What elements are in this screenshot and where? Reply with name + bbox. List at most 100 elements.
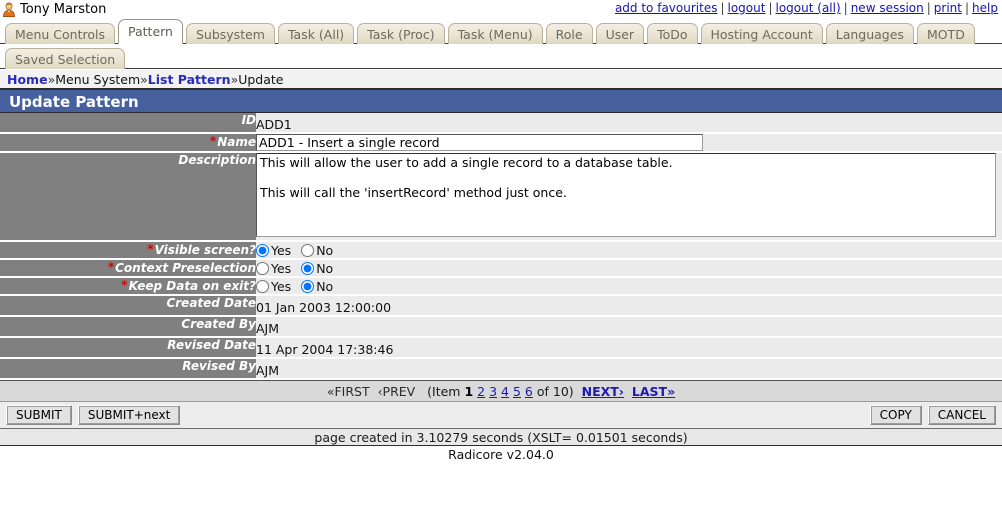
tab-task-all[interactable]: Task (All) <box>277 23 355 44</box>
required-asterisk: * <box>209 134 217 148</box>
link-separator: | <box>926 1 931 15</box>
pagination-item-prefix: (Item <box>427 384 461 399</box>
breadcrumb-menu-system: Menu System <box>55 72 141 87</box>
tab-pattern[interactable]: Pattern <box>118 19 183 44</box>
link-separator: | <box>768 1 773 15</box>
current-user: Tony Marston <box>2 0 106 18</box>
visible-screen-radio-group: Yes No <box>256 242 1002 258</box>
tab-role[interactable]: Role <box>545 23 593 44</box>
form-row-keep-data-on-exit: *Keep Data on exit? Yes No <box>0 277 1002 296</box>
value-context-preselection: Yes No <box>256 259 1002 278</box>
pagination-page-6[interactable]: 6 <box>525 384 533 399</box>
update-pattern-form: ID ADD1 *Name Description This will allo… <box>0 113 1002 380</box>
help-link[interactable]: help <box>972 1 998 15</box>
version-footer: Radicore v2.04.0 <box>0 446 1002 463</box>
visible-screen-yes-radio[interactable] <box>256 244 269 257</box>
tab-task-proc[interactable]: Task (Proc) <box>357 23 445 44</box>
print-link[interactable]: print <box>934 1 962 15</box>
keep-data-radio-group: Yes No <box>256 278 1002 294</box>
context-preselection-radio-group: Yes No <box>256 260 1002 276</box>
submit-button[interactable]: SUBMIT <box>6 405 72 425</box>
visible-screen-no-radio[interactable] <box>301 244 315 257</box>
tab-motd[interactable]: MOTD <box>916 23 975 44</box>
pagination-page-5[interactable]: 5 <box>513 384 521 399</box>
label-visible-screen: *Visible screen? <box>0 241 256 260</box>
copy-button[interactable]: COPY <box>869 405 922 425</box>
context-preselection-no-label: No <box>316 261 334 276</box>
name-input[interactable] <box>256 134 703 151</box>
keep-data-yes[interactable]: Yes <box>256 279 291 294</box>
secondary-tab-strip: Saved Selection <box>0 44 1002 69</box>
page-title: Update Pattern <box>0 88 1002 113</box>
breadcrumb-home[interactable]: Home <box>7 72 48 87</box>
value-revised-date: 11 Apr 2004 17:38:46 <box>256 337 1002 359</box>
add-to-favourites-link[interactable]: add to favourites <box>615 1 718 15</box>
tab-menu-controls[interactable]: Menu Controls <box>5 23 115 44</box>
value-keep-data-on-exit: Yes No <box>256 277 1002 296</box>
keep-data-no[interactable]: No <box>301 279 333 294</box>
visible-screen-no[interactable]: No <box>301 243 333 258</box>
logout-link[interactable]: logout <box>728 1 766 15</box>
user-avatar-icon <box>2 1 16 17</box>
pagination-first: «FIRST <box>326 384 370 399</box>
visible-screen-yes-label: Yes <box>271 243 292 258</box>
label-created-date: Created Date <box>0 295 256 317</box>
breadcrumb-list-pattern[interactable]: List Pattern <box>148 72 231 87</box>
visible-screen-no-label: No <box>316 243 334 258</box>
label-description: Description <box>0 152 256 242</box>
link-separator: | <box>843 1 848 15</box>
pagination-last[interactable]: LAST» <box>632 384 675 399</box>
value-description: This will allow the user to add a single… <box>256 152 1002 242</box>
label-context-preselection: *Context Preselection <box>0 259 256 278</box>
tab-hosting-account[interactable]: Hosting Account <box>700 23 823 44</box>
pagination-page-3[interactable]: 3 <box>489 384 497 399</box>
link-separator: | <box>720 1 725 15</box>
breadcrumb-separator: » <box>140 72 148 87</box>
keep-data-no-radio[interactable] <box>301 280 315 293</box>
context-preselection-no[interactable]: No <box>301 261 333 276</box>
pagination-page-2[interactable]: 2 <box>477 384 485 399</box>
value-created-by: AJM <box>256 316 1002 338</box>
submit-next-button[interactable]: SUBMIT+next <box>77 405 181 425</box>
top-bar: Tony Marston add to favourites | logout | lo… <box>0 0 1002 18</box>
form-row-created-date: Created Date 01 Jan 2003 12:00:00 <box>0 295 1002 317</box>
top-links: add to favourites | logout | logout (all) | ne… <box>614 1 999 15</box>
page-timing-footer: page created in 3.10279 seconds (XSLT= 0… <box>0 429 1002 446</box>
logout-all-link[interactable]: logout (all) <box>776 1 841 15</box>
keep-data-yes-radio[interactable] <box>256 280 269 293</box>
breadcrumb: Home»Menu System»List Pattern»Update <box>0 69 1002 88</box>
pagination-prev: ‹PREV <box>377 384 416 399</box>
form-row-id: ID ADD1 <box>0 113 1002 134</box>
tab-languages[interactable]: Languages <box>825 23 914 44</box>
cancel-button[interactable]: CANCEL <box>927 405 996 425</box>
required-asterisk: * <box>121 278 128 292</box>
pagination-page-4[interactable]: 4 <box>501 384 509 399</box>
context-preselection-yes[interactable]: Yes <box>256 261 291 276</box>
label-keep-data-on-exit: *Keep Data on exit? <box>0 277 256 296</box>
context-preselection-yes-radio[interactable] <box>256 262 269 275</box>
form-row-revised-by: Revised By AJM <box>0 358 1002 380</box>
tab-subsystem[interactable]: Subsystem <box>185 23 275 44</box>
tab-saved-selection[interactable]: Saved Selection <box>5 48 126 69</box>
pagination-current-page: 1 <box>464 384 474 399</box>
description-textarea[interactable]: This will allow the user to add a single… <box>256 153 996 237</box>
tab-user[interactable]: User <box>595 23 645 44</box>
value-created-date: 01 Jan 2003 12:00:00 <box>256 295 1002 317</box>
link-separator: | <box>965 1 970 15</box>
label-keep-data-on-exit-text: Keep Data on exit? <box>128 279 256 293</box>
visible-screen-yes[interactable]: Yes <box>256 243 291 258</box>
breadcrumb-update: Update <box>238 72 284 87</box>
tab-task-menu[interactable]: Task (Menu) <box>447 23 543 44</box>
pagination-next[interactable]: NEXT› <box>582 384 624 399</box>
primary-tab-strip: Menu Controls Pattern Subsystem Task (Al… <box>0 18 1002 44</box>
label-created-by: Created By <box>0 316 256 338</box>
required-asterisk: * <box>107 260 115 274</box>
keep-data-yes-label: Yes <box>271 279 292 294</box>
tab-todo[interactable]: ToDo <box>647 23 698 44</box>
label-id: ID <box>0 113 256 134</box>
new-session-link[interactable]: new session <box>851 1 924 15</box>
form-row-revised-date: Revised Date 11 Apr 2004 17:38:46 <box>0 337 1002 359</box>
value-revised-by: AJM <box>256 358 1002 380</box>
context-preselection-no-radio[interactable] <box>301 262 315 275</box>
value-name <box>256 133 1002 153</box>
